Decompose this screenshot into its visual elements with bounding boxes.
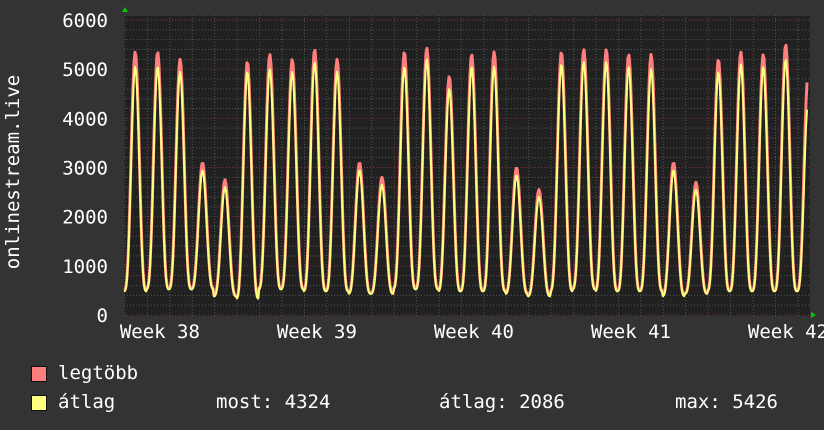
legend-label-avg: átlag [58, 391, 116, 413]
x-tick-label: Week 40 [434, 321, 514, 343]
y-tick-label: 4000 [62, 108, 108, 130]
x-tick-label: Week 38 [120, 321, 200, 343]
y-tick-label: 6000 [62, 10, 108, 32]
stat-max: max: 5426 [675, 391, 778, 413]
x-tick-label: Week 42 [748, 321, 824, 343]
y-axis-arrow-icon [122, 7, 128, 12]
y-tick-label: 2000 [62, 207, 108, 229]
stat-current: most: 4324 [216, 391, 331, 413]
y-tick-label: 1000 [62, 256, 108, 278]
x-axis-arrow-icon [811, 312, 816, 318]
y-tick-label: 3000 [62, 158, 108, 180]
stat-average: átlag: 2086 [439, 391, 565, 413]
y-tick-label: 0 [97, 305, 108, 327]
y-tick-label: 5000 [62, 59, 108, 81]
legend-swatch-max [31, 366, 47, 382]
y-axis-label: onlinestream.live [2, 75, 24, 269]
legend-swatch-avg [31, 395, 47, 411]
x-tick-label: Week 41 [591, 321, 671, 343]
legend-label-max: legtöbb [58, 362, 139, 384]
x-tick-label: Week 39 [277, 321, 357, 343]
